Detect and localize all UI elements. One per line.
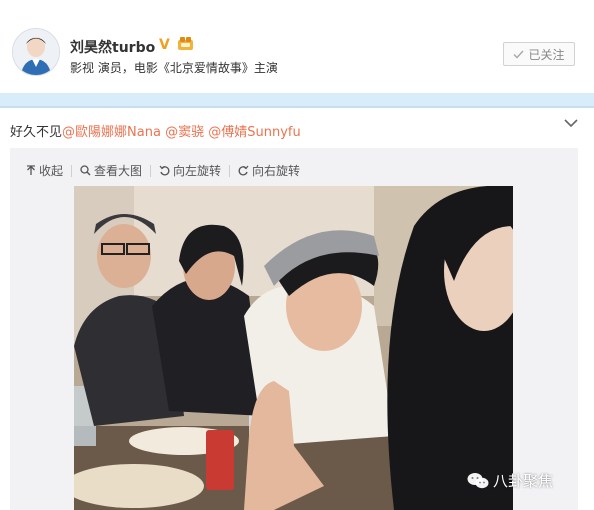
user-name[interactable]: 刘昊然turbo bbox=[70, 37, 155, 57]
mention-link[interactable]: @窦骁 bbox=[165, 125, 204, 140]
arrow-up-icon bbox=[27, 165, 35, 175]
photo-illustration bbox=[74, 186, 513, 510]
weibo-card: 刘昊然turbo V 影视 演员，电影《北京爱情故事》主演 已关注 好久不见@歐… bbox=[0, 0, 594, 510]
mention-link[interactable]: @傅婧Sunnyfu bbox=[208, 125, 300, 140]
verified-icon: V bbox=[159, 37, 170, 53]
post-text: 好久不见@歐陽娜娜Nana @窦骁 @傅婧Sunnyfu bbox=[10, 121, 301, 140]
avatar-image bbox=[13, 29, 59, 75]
watermark: 八卦聚焦 bbox=[467, 470, 553, 491]
avatar[interactable] bbox=[12, 28, 60, 76]
rotate-left-icon bbox=[159, 165, 170, 176]
rotate-right-button[interactable]: 向右旋转 bbox=[238, 162, 308, 179]
rotate-right-label: 向右旋转 bbox=[252, 164, 301, 178]
toolbar-separator bbox=[71, 164, 73, 177]
magnifier-icon bbox=[80, 165, 91, 176]
toolbar-separator bbox=[229, 164, 231, 177]
media-toolbar: 收起 查看大图 向左旋转 向右旋转 bbox=[26, 162, 308, 179]
wechat-icon bbox=[467, 472, 489, 488]
check-icon bbox=[513, 49, 525, 59]
user-bio: 影视 演员，电影《北京爱情故事》主演 bbox=[70, 61, 278, 75]
toolbar-separator bbox=[150, 164, 152, 177]
rotate-right-icon bbox=[238, 165, 249, 176]
follow-button[interactable]: 已关注 bbox=[503, 42, 575, 66]
rotate-left-label: 向左旋转 bbox=[173, 164, 222, 178]
rotate-left-button[interactable]: 向左旋转 bbox=[159, 162, 229, 179]
fan-badge-icon bbox=[178, 37, 193, 50]
profile-header: 刘昊然turbo V 影视 演员，电影《北京爱情故事》主演 已关注 bbox=[0, 0, 594, 92]
collapse-label: 收起 bbox=[39, 164, 64, 178]
section-divider bbox=[0, 93, 594, 106]
post-photo[interactable] bbox=[74, 186, 513, 510]
mention-link[interactable]: @歐陽娜娜Nana bbox=[62, 125, 161, 140]
follow-label: 已关注 bbox=[528, 47, 565, 62]
chevron-down-icon[interactable] bbox=[563, 117, 579, 129]
view-large-label: 查看大图 bbox=[94, 164, 143, 178]
watermark-text: 八卦聚焦 bbox=[493, 472, 554, 490]
post-text-content: 好久不见 bbox=[10, 125, 63, 140]
collapse-button[interactable]: 收起 bbox=[26, 162, 71, 179]
view-large-button[interactable]: 查看大图 bbox=[80, 162, 150, 179]
